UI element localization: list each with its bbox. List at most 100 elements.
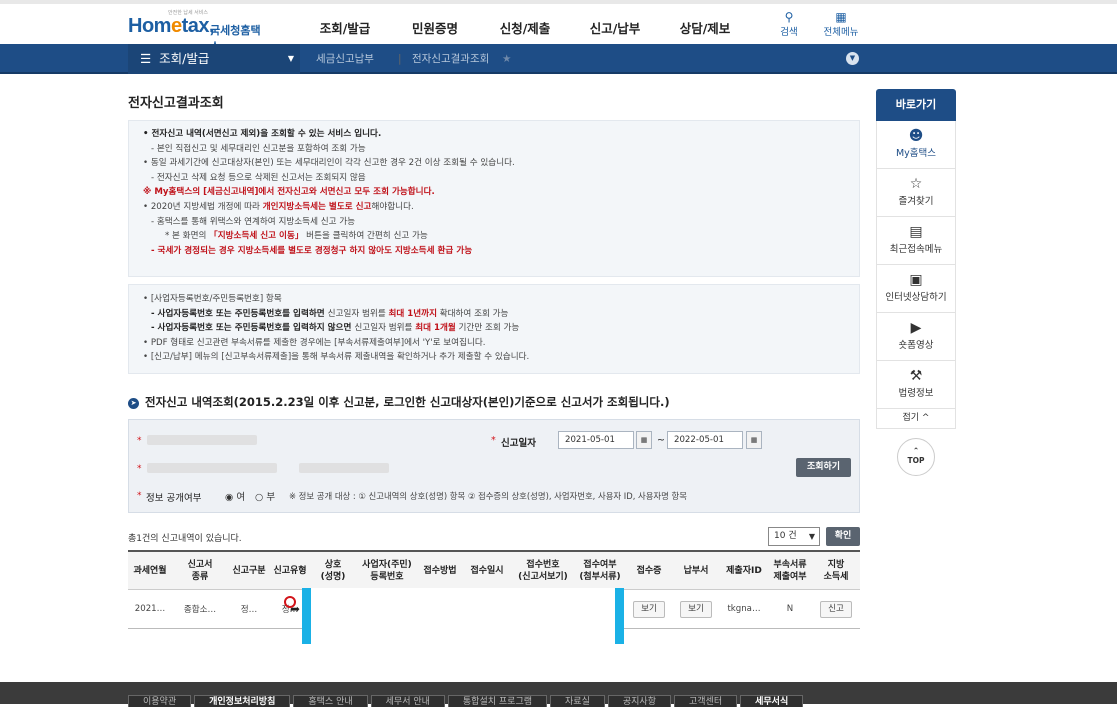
- date-from-input[interactable]: 2021-05-01: [558, 431, 634, 449]
- breadcrumb-current[interactable]: 전자신고결과조회: [412, 44, 489, 74]
- notice-box-2: • [사업자등록번호/주민등록번호] 항목 - 사업자등록번호 또는 주민등록번…: [128, 284, 860, 374]
- gnav-civil[interactable]: 민원증명: [390, 18, 480, 37]
- calendar-icon[interactable]: ▦: [746, 431, 762, 449]
- breadcrumb-separator: |: [398, 53, 402, 65]
- cell-local-tax: 신고: [812, 590, 860, 628]
- page-size-value: 10 건: [774, 531, 797, 541]
- sidebar-item-label: 최근접속메뉴: [889, 244, 943, 255]
- allmenu-button[interactable]: ▦ 전체메뉴: [823, 10, 859, 38]
- col-payment: 납부서: [683, 566, 709, 576]
- footer-link[interactable]: 세무서식: [740, 695, 804, 707]
- search-button[interactable]: ⚲ 검색: [771, 10, 807, 38]
- col-datetime: 접수일시: [470, 566, 504, 576]
- notice-line: - 사업자등록번호 또는 주민등록번호를 입력하면 신고일자 범위를 최대 1년…: [151, 308, 509, 319]
- col-receipt: 접수증: [636, 566, 662, 576]
- cell-submitter: tkgna…: [727, 604, 761, 614]
- required-icon: *: [137, 464, 142, 474]
- footer-link[interactable]: 세무서 안내: [370, 695, 445, 707]
- footer-link[interactable]: 개인정보처리방침: [194, 695, 291, 707]
- page-size-select[interactable]: 10 건 ▼: [768, 527, 820, 546]
- sidebar-item-shortform[interactable]: ▶ 숏폼영상: [876, 313, 956, 361]
- expand-icon[interactable]: ▼: [846, 52, 859, 65]
- chevron-down-icon: ▼: [808, 532, 815, 541]
- hometax-logo[interactable]: 안전한 납세 서비스 Hometax, 국세청홈택스: [128, 10, 268, 53]
- col-receipt-no: 접수번호 (신고서보기): [518, 560, 568, 582]
- col-attach: 부속서류 제출여부: [773, 560, 807, 582]
- info-disclosure-label: 정보 공개여부: [146, 493, 202, 504]
- notice-line: • [사업자등록번호/주민등록번호] 항목: [143, 294, 282, 304]
- result-count: 총1건의 신고내역이 있습니다.: [128, 534, 242, 544]
- notice-line: - 홈택스를 통해 위택스와 연계하여 지방소득세 신고 가능: [151, 216, 356, 227]
- date-tilde: ~: [657, 435, 665, 446]
- gavel-icon: ⚒: [909, 368, 923, 384]
- col-method: 접수방법: [423, 566, 457, 576]
- notice-line: • 2020년 지방세법 개정에 따라 개인지방소득세는 별도로 신고해야합니다…: [143, 201, 414, 212]
- notice-line: - 사업자등록번호 또는 주민등록번호를 입력하지 않으면 신고일자 범위를 최…: [151, 323, 520, 334]
- gnav-inquiry[interactable]: 조회/발급: [300, 18, 390, 37]
- sidebar-item-recent[interactable]: ▤ 최근접속메뉴: [876, 217, 956, 265]
- gnav-report[interactable]: 신고/납부: [570, 18, 660, 37]
- chat-icon: ▣: [909, 272, 923, 288]
- date-label: 신고일자: [501, 438, 536, 449]
- notice-line: - 본인 직접신고 및 세무대리인 신고분을 포함하여 조회 가능: [151, 143, 366, 154]
- local-tax-report-button[interactable]: 신고: [820, 600, 852, 618]
- sidebar-item-label: 인터넷상담하기: [885, 292, 947, 303]
- scroll-top-button[interactable]: ⌃ TOP: [897, 438, 935, 476]
- allmenu-label: 전체메뉴: [823, 27, 859, 38]
- logo-wordmark: Hometax,: [128, 15, 215, 37]
- cursor-icon: ➦: [290, 602, 301, 616]
- cell-period: 2021…: [134, 604, 166, 614]
- col-form-type: 신고서 종류: [187, 560, 213, 582]
- overlay-popup: [302, 588, 624, 644]
- recent-icon: ▤: [909, 224, 923, 240]
- receipt-view-button[interactable]: 보기: [633, 600, 665, 618]
- col-gubun: 신고구분: [232, 566, 266, 576]
- radio-no[interactable]: ○ 부: [255, 489, 275, 503]
- footer: 이용약관 개인정보처리방침 홈택스 안내 세무서 안내 통합설치 프로그램 자료…: [0, 682, 1117, 707]
- sidebar-item-law[interactable]: ⚒ 법령정보: [876, 361, 956, 409]
- footer-link[interactable]: 자료실: [550, 695, 605, 707]
- sidebar-item-favorites[interactable]: ☆ 즐겨찾기: [876, 169, 956, 217]
- blurred-field-label: [147, 463, 277, 473]
- footer-link[interactable]: 이용약관: [128, 695, 192, 707]
- chevron-up-icon: ⌃: [912, 446, 920, 455]
- sidebar-fold-button[interactable]: 접기 ^: [876, 409, 956, 429]
- notice-line: ※ My홈택스의 [세금신고내역]에서 전자신고와 서면신고 모두 조회 가능합…: [143, 187, 435, 198]
- info-note: ※ 정보 공개 대상 : ① 신고내역의 상호(성명) 항목 ② 접수증의 상호…: [289, 491, 687, 501]
- cell-form-type: 종합소…: [183, 605, 217, 615]
- footer-link[interactable]: 고객센터: [673, 695, 738, 707]
- calendar-icon[interactable]: ▦: [636, 431, 652, 449]
- confirm-button[interactable]: 확인: [826, 527, 860, 546]
- top-header: 안전한 납세 서비스 Hometax, 국세청홈택스 조회/발급 민원증명 신청…: [0, 0, 1117, 53]
- blurred-field-label: [147, 435, 257, 445]
- footer-link[interactable]: 통합설치 프로그램: [447, 695, 548, 707]
- play-icon: ▶: [910, 320, 922, 336]
- date-to-input[interactable]: 2022-05-01: [667, 431, 743, 449]
- col-regno: 사업자(주민) 등록번호: [362, 560, 412, 582]
- top-label: TOP: [907, 456, 925, 465]
- gnav-apply[interactable]: 신청/제출: [480, 18, 570, 37]
- sidebar-header: 바로가기: [876, 89, 956, 121]
- payment-view-button[interactable]: 보기: [680, 600, 712, 618]
- radio-yes[interactable]: ◉ 여: [225, 489, 245, 503]
- col-receipt-status: 접수여부 (첨부서류): [579, 560, 621, 582]
- radio-no-label: 부: [266, 492, 276, 503]
- favorite-star-icon[interactable]: ★: [502, 44, 511, 74]
- breadcrumb-tax-report[interactable]: 세금신고납부: [316, 44, 374, 74]
- sidebar-item-label: 법령정보: [898, 388, 934, 399]
- query-button[interactable]: 조회하기: [796, 458, 851, 477]
- star-icon: ☆: [909, 176, 923, 192]
- col-local-tax: 지방 소득세: [823, 560, 849, 582]
- sidebar-item-my-hometax[interactable]: ☻ My홈택스: [876, 121, 956, 169]
- search-label: 검색: [780, 27, 798, 38]
- notice-line: • 동일 과세기간에 신고대상자(본인) 또는 세무대리인이 각각 신고한 경우…: [143, 158, 515, 169]
- cell-receipt: 보기: [626, 590, 672, 628]
- menu-dropdown[interactable]: ☰ 조회/발급 ▼: [128, 44, 300, 74]
- footer-link[interactable]: 홈택스 안내: [293, 695, 368, 707]
- blurred-field-input[interactable]: [299, 463, 389, 473]
- gnav-consult[interactable]: 상담/제보: [660, 18, 750, 37]
- notice-line: • PDF 형태로 신고관련 부속서류를 제출한 경우에는 [부속서류제출여부]…: [143, 337, 486, 348]
- sidebar-item-consult[interactable]: ▣ 인터넷상담하기: [876, 265, 956, 313]
- col-yuhyung: 신고유형: [273, 566, 307, 576]
- footer-link[interactable]: 공지사항: [607, 695, 671, 707]
